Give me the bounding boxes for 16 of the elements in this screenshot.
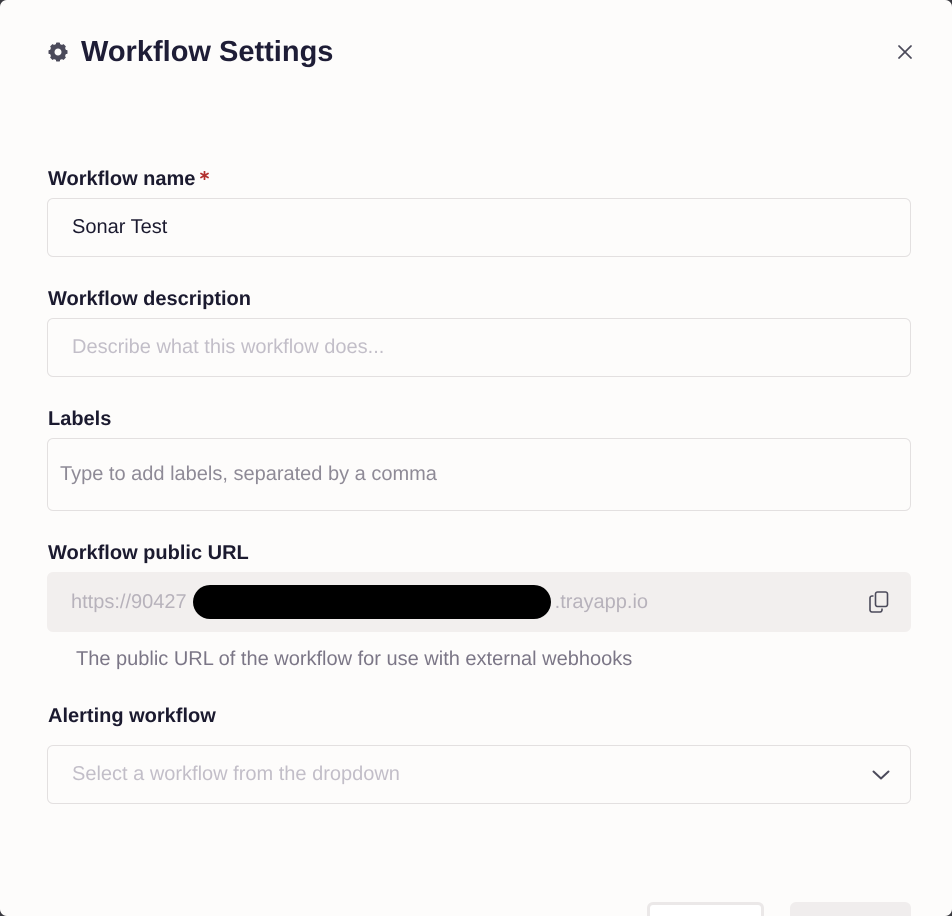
- chevron-down-icon: [872, 770, 890, 780]
- dialog-title: Workflow Settings: [81, 35, 334, 70]
- url-text: https://90427: [71, 590, 187, 614]
- text-input[interactable]: Sonar Test: [47, 198, 911, 257]
- field-label: Workflow name: [47, 167, 196, 191]
- close-icon[interactable]: [898, 45, 912, 59]
- field-label: Labels: [47, 407, 112, 431]
- field-label: Workflow description: [47, 287, 251, 311]
- url-text: .trayapp.io: [554, 590, 648, 614]
- copy-icon[interactable]: [869, 591, 889, 613]
- text-input[interactable]: Describe what this workflow does...: [47, 318, 911, 377]
- labels-input[interactable]: Type to add labels, separated by a comma: [47, 438, 911, 511]
- field-label: Workflow public URL: [47, 541, 249, 565]
- help-text: The public URL of the workflow for use with external webhooks: [75, 647, 634, 671]
- field-label: Alerting workflow: [47, 704, 216, 728]
- settings-icon: [48, 42, 68, 62]
